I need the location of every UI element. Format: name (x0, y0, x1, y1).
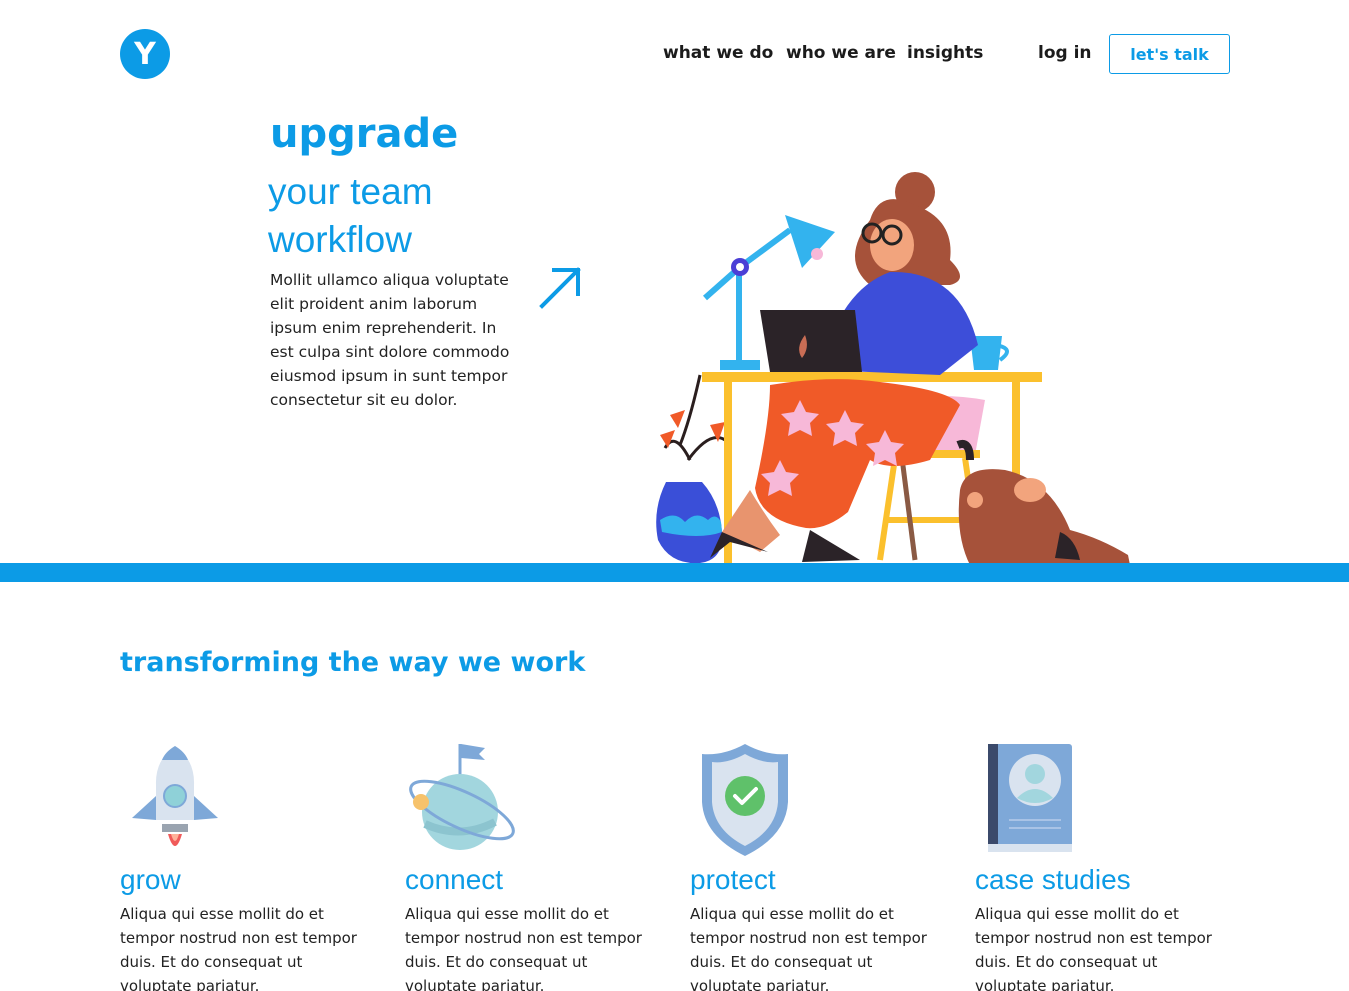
vase-icon (656, 374, 726, 564)
nav-insights[interactable]: insights (907, 43, 983, 63)
feature-title: protect (690, 864, 776, 895)
logo[interactable]: Y (120, 29, 170, 79)
nav-who-we-are[interactable]: who we are (786, 43, 896, 63)
feature-body: Aliqua qui esse mollit do et tempor nost… (405, 905, 642, 991)
section-title: transforming the way we work (120, 647, 586, 678)
feature-protect: protect Aliqua qui esse mollit do et tem… (690, 740, 950, 991)
arrow-up-right-icon[interactable] (536, 264, 584, 312)
book-icon (988, 744, 1072, 852)
lets-talk-button[interactable]: let's talk (1109, 34, 1230, 74)
hero-subtitle: your team workflow (268, 168, 528, 264)
nav-what-we-do[interactable]: what we do (663, 43, 773, 63)
planet-icon (409, 744, 515, 850)
hero-body: Mollit ullamco aliqua voluptate elit pro… (270, 271, 510, 409)
feature-title: case studies (975, 864, 1131, 895)
feature-connect: connect Aliqua qui esse mollit do et tem… (405, 740, 665, 991)
feature-body: Aliqua qui esse mollit do et tempor nost… (690, 905, 927, 991)
hero-subtitle-line2: workflow (268, 219, 412, 260)
login-link[interactable]: log in (1038, 43, 1092, 63)
feature-body: Aliqua qui esse mollit do et tempor nost… (120, 905, 357, 991)
hero-subtitle-line1: your team (268, 171, 433, 212)
feature-title: grow (120, 864, 181, 895)
logo-letter: Y (134, 36, 156, 72)
feature-body: Aliqua qui esse mollit do et tempor nost… (975, 905, 1212, 991)
feature-title: connect (405, 864, 504, 895)
feature-grow: grow Aliqua qui esse mollit do et tempor… (120, 740, 380, 991)
hero-illustration (656, 172, 1130, 565)
hero-divider-band (0, 563, 1349, 582)
shield-icon (702, 744, 788, 856)
rocket-icon (132, 746, 218, 846)
dog-icon (956, 440, 1130, 565)
hero-title: upgrade (270, 111, 459, 157)
feature-case-studies: case studies Aliqua qui esse mollit do e… (975, 740, 1235, 991)
